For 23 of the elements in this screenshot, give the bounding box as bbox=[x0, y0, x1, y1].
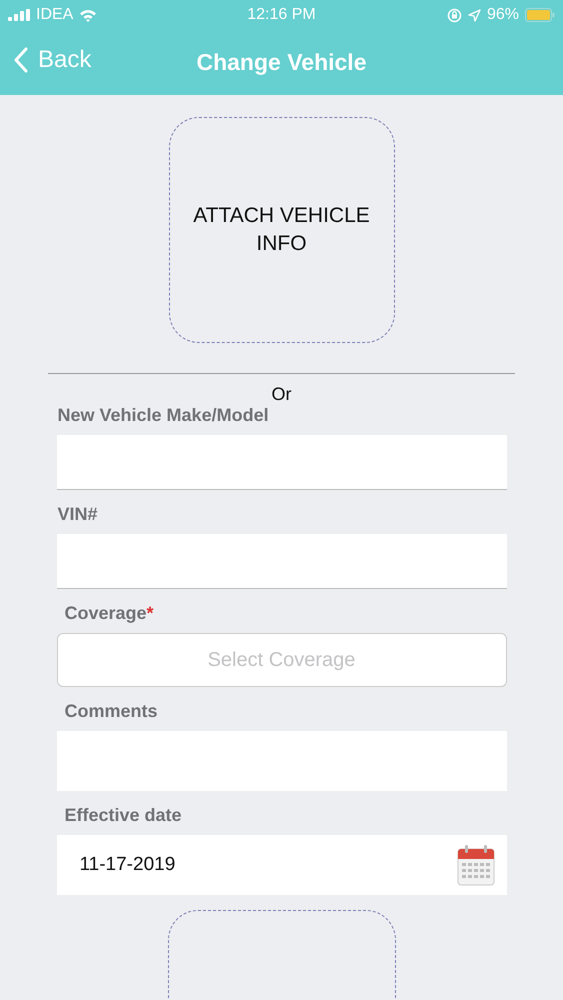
location-arrow-icon bbox=[468, 8, 481, 22]
status-time: 12:16 PM bbox=[247, 6, 316, 24]
date-value: 11-17-2019 bbox=[80, 854, 176, 876]
battery-icon bbox=[524, 8, 555, 22]
field-label: Effective date bbox=[64, 805, 183, 826]
field-label: New Vehicle Make/Model bbox=[56, 405, 270, 426]
back-button[interactable]: Back bbox=[14, 46, 92, 74]
page-title: Change Vehicle bbox=[196, 49, 366, 76]
chevron-left-icon bbox=[14, 47, 28, 73]
or-separator: Or bbox=[272, 384, 292, 405]
signal-icon bbox=[8, 9, 30, 21]
field-label: Coverage* bbox=[64, 603, 155, 624]
rotation-lock-icon bbox=[446, 8, 462, 22]
input-field[interactable] bbox=[56, 534, 506, 589]
calendar-icon[interactable] bbox=[456, 844, 494, 886]
field-label: VIN# bbox=[56, 504, 99, 525]
battery-percent: 96% bbox=[486, 6, 519, 24]
field-label: Comments bbox=[64, 701, 159, 722]
wifi-icon bbox=[79, 8, 98, 22]
carrier-name: IDEA bbox=[36, 6, 74, 24]
input-field[interactable] bbox=[56, 435, 506, 490]
attach-vehicle-info-button[interactable]: ATTACH VEHICLE INFO bbox=[168, 117, 394, 343]
coverage-dropdown[interactable]: Select Coverage bbox=[56, 633, 506, 687]
